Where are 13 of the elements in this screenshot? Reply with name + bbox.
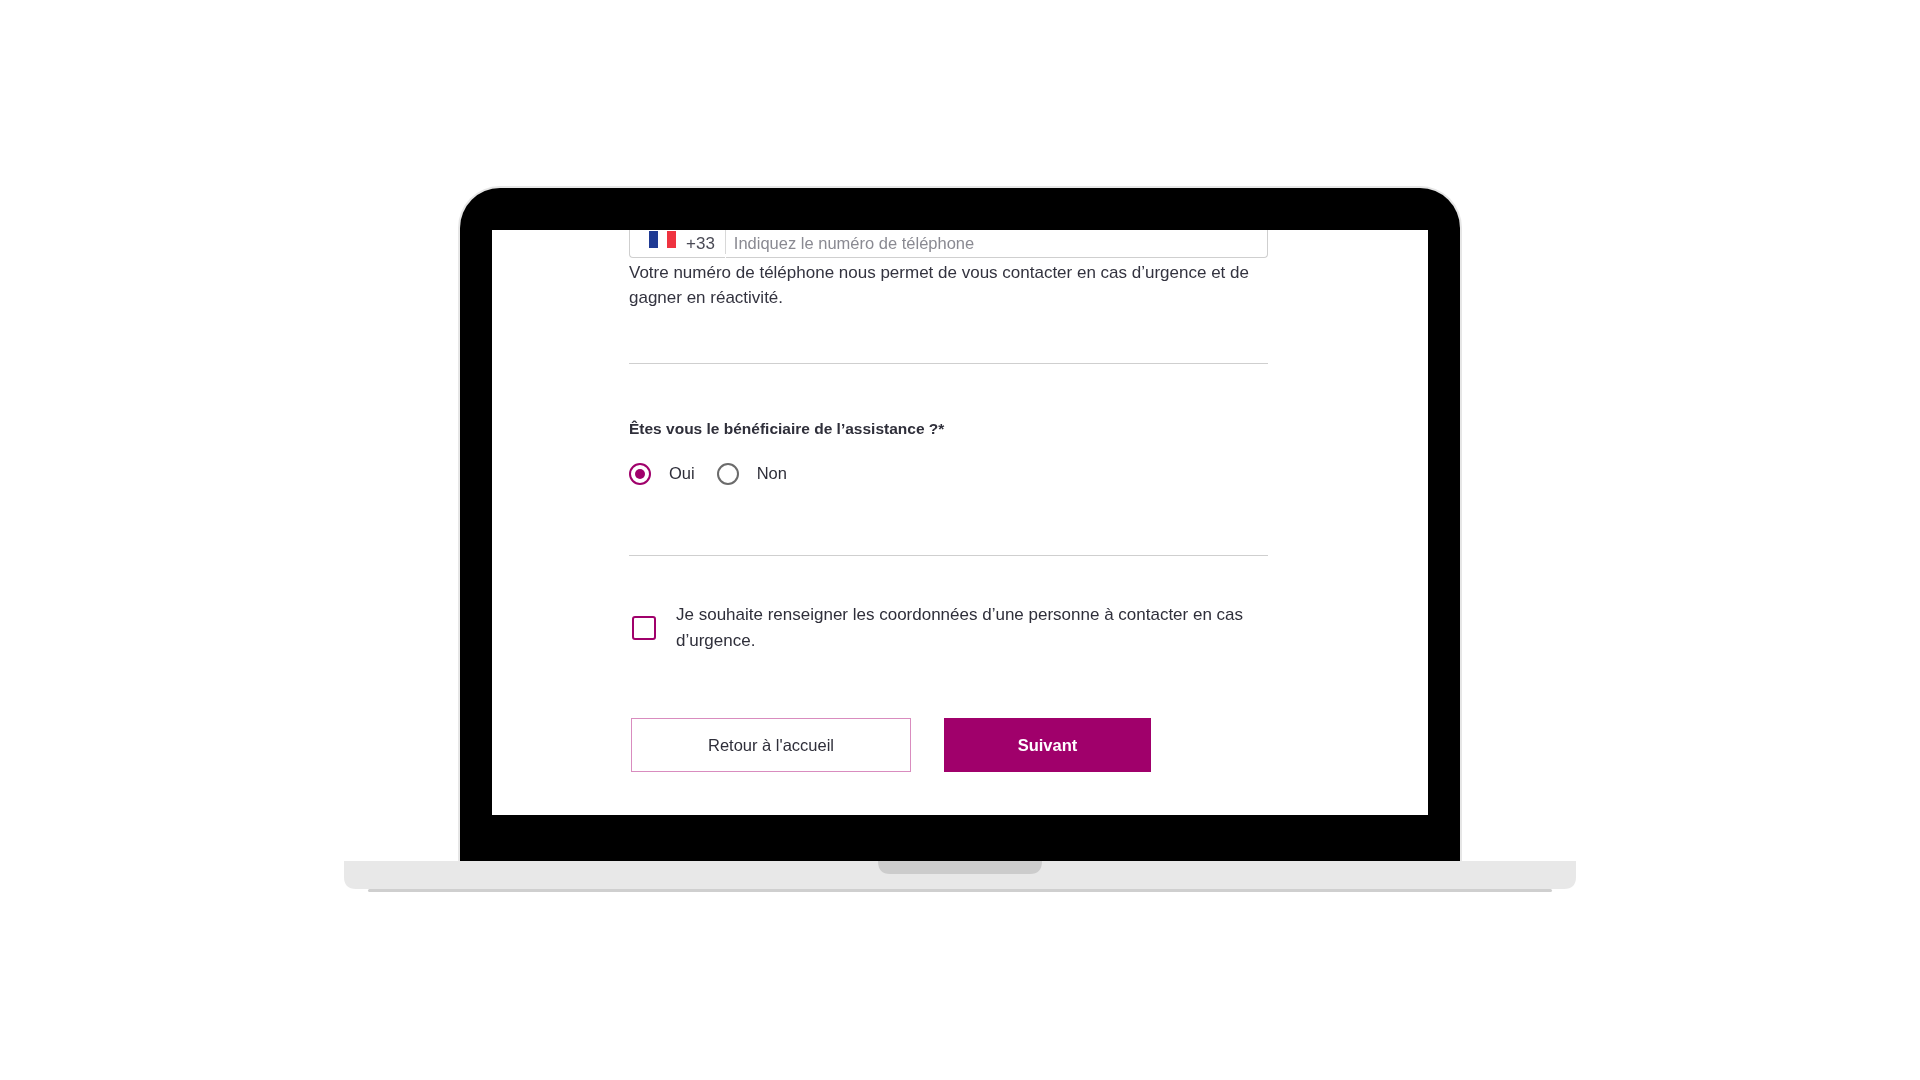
country-code-selector[interactable]: +33: [629, 230, 725, 258]
question-label: Êtes vous le bénéficiaire de l’assistance ?*: [629, 419, 946, 439]
checkbox[interactable]: [632, 616, 656, 640]
radio-button[interactable]: [629, 462, 651, 485]
radio-button[interactable]: [716, 462, 739, 485]
phone-input[interactable]: Indiquez le numéro de téléphone: [725, 230, 1268, 258]
radio-label: Oui: [669, 463, 695, 485]
help-text: Votre numéro de téléphone nous permet de vous contacter en cas d’urgence et de gagner en réactivité.: [629, 262, 1250, 309]
next-button[interactable]: Suivant: [944, 718, 1151, 772]
radio-label: Non: [756, 463, 787, 485]
checkbox-label: Je souhaite renseigner les coordonnées d’une personne à contacter en cas d’urgence.: [676, 604, 1245, 652]
flag-icon: [649, 231, 676, 248]
back-home-button[interactable]: Retour à l'accueil: [631, 718, 911, 772]
